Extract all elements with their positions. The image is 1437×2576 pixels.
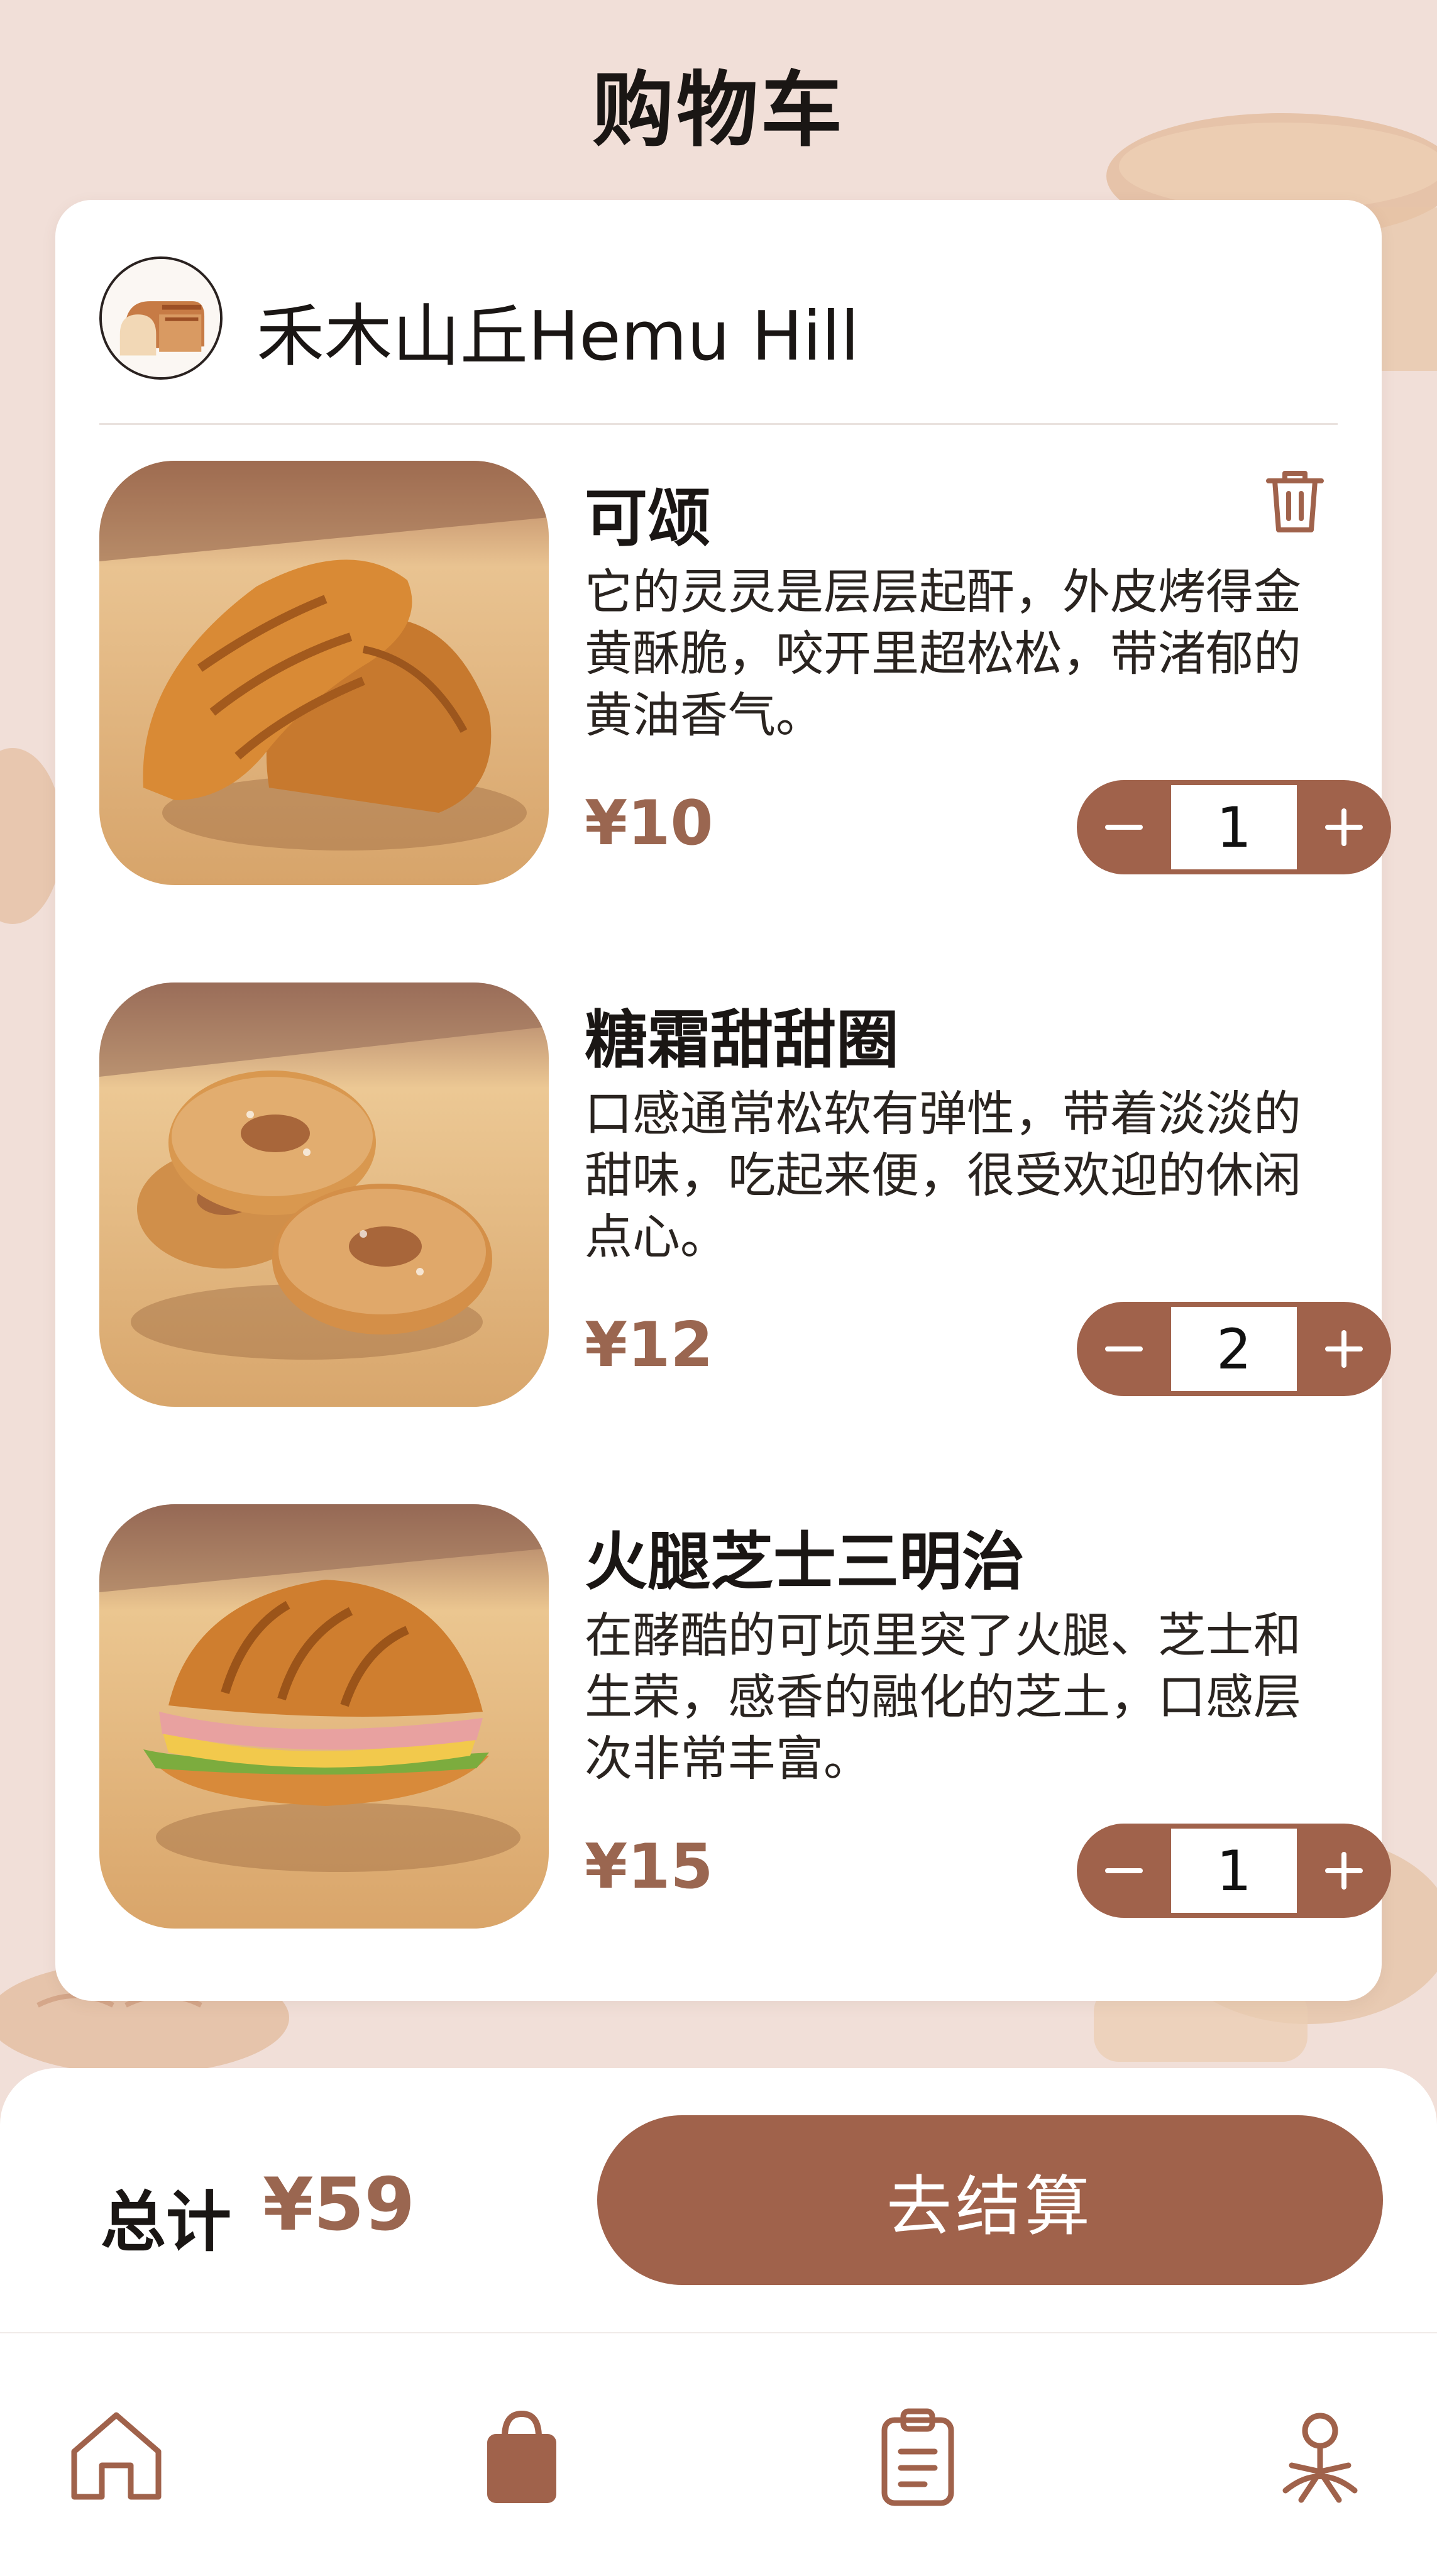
tab-home[interactable] xyxy=(63,2403,170,2509)
store-name: 禾木山丘Hemu Hill xyxy=(256,297,859,376)
checkout-bar: 总计 ¥59 去结算 xyxy=(0,2068,1437,2332)
quantity-value[interactable]: 1 xyxy=(1171,785,1297,869)
item-price: ¥12 xyxy=(585,1309,713,1381)
plus-icon xyxy=(1325,1330,1363,1368)
profile-icon xyxy=(1282,2413,1358,2503)
clipboard-icon xyxy=(881,2408,954,2506)
background-bread-decoration xyxy=(0,742,57,930)
item-description: 在酵酷的可顷里突了火腿、芝士和生荣，感香的融化的芝土，口感层次非常丰富。 xyxy=(585,1607,1301,1786)
cart-item: 糖霜甜甜圈 口感通常松软有弹性，带着淡淡的甜味，吃起来便，很受欢迎的休闲点心。 … xyxy=(99,983,1391,1410)
bottom-tab-bar xyxy=(0,2332,1437,2576)
quantity-stepper: 1 xyxy=(1077,1824,1391,1918)
increase-quantity-button[interactable] xyxy=(1297,780,1391,874)
increase-quantity-button[interactable] xyxy=(1297,1824,1391,1918)
total-value: ¥59 xyxy=(263,2162,416,2247)
minus-icon xyxy=(1105,825,1143,830)
plus-icon xyxy=(1325,808,1363,846)
quantity-stepper: 2 xyxy=(1077,1302,1391,1396)
donut-photo xyxy=(99,983,549,1407)
page-title: 购物车 xyxy=(592,62,845,158)
decrease-quantity-button[interactable] xyxy=(1077,1302,1171,1396)
tab-orders[interactable] xyxy=(864,2403,971,2509)
minus-icon xyxy=(1105,1868,1143,1873)
home-icon xyxy=(71,2412,162,2500)
increase-quantity-button[interactable] xyxy=(1297,1302,1391,1396)
item-name: 可颂 xyxy=(585,482,710,555)
tab-cart[interactable] xyxy=(468,2403,575,2509)
store-header[interactable]: 禾木山丘Hemu Hill xyxy=(99,256,1338,382)
item-description: 它的灵灵是层层起酐，外皮烤得金黄酥脆，咬开里超松松，带渚郁的黄油香气。 xyxy=(585,564,1301,743)
trash-icon[interactable] xyxy=(1264,467,1326,535)
cart-item: 可颂 它的灵灵是层层起酐，外皮烤得金黄酥脆，咬开里超松松，带渚郁的黄油香气。 ¥… xyxy=(99,461,1391,888)
cart-item: 火腿芝士三明治 在酵酷的可顷里突了火腿、芝士和生荣，感香的融化的芝土，口感层次非… xyxy=(99,1504,1391,1932)
croissant-photo xyxy=(99,461,549,885)
quantity-value[interactable]: 2 xyxy=(1171,1307,1297,1391)
checkout-button[interactable]: 去结算 xyxy=(597,2115,1383,2285)
plus-icon xyxy=(1325,1852,1363,1890)
item-price: ¥10 xyxy=(585,788,713,859)
item-name: 糖霜甜甜圈 xyxy=(585,1003,899,1077)
item-description: 口感通常松软有弹性，带着淡淡的甜味，吃起来便，很受欢迎的休闲点心。 xyxy=(585,1086,1301,1265)
cart-card: 禾木山丘Hemu Hill 可颂 它的灵灵是层层起酐，外皮烤得金黄酥脆，咬开里超… xyxy=(55,200,1391,2001)
tab-profile[interactable] xyxy=(1267,2403,1374,2509)
item-price: ¥15 xyxy=(585,1831,713,1903)
quantity-stepper: 1 xyxy=(1077,780,1391,874)
divider xyxy=(99,423,1338,425)
minus-icon xyxy=(1105,1346,1143,1351)
total-label: 总计 xyxy=(101,2184,232,2260)
croissant-sandwich-photo xyxy=(99,1504,549,1929)
decrease-quantity-button[interactable] xyxy=(1077,780,1171,874)
decrease-quantity-button[interactable] xyxy=(1077,1824,1171,1918)
quantity-value[interactable]: 1 xyxy=(1171,1829,1297,1913)
shopping-bag-icon xyxy=(487,2410,556,2503)
item-name: 火腿芝士三明治 xyxy=(585,1525,1025,1599)
bread-loaf-icon xyxy=(99,256,223,380)
